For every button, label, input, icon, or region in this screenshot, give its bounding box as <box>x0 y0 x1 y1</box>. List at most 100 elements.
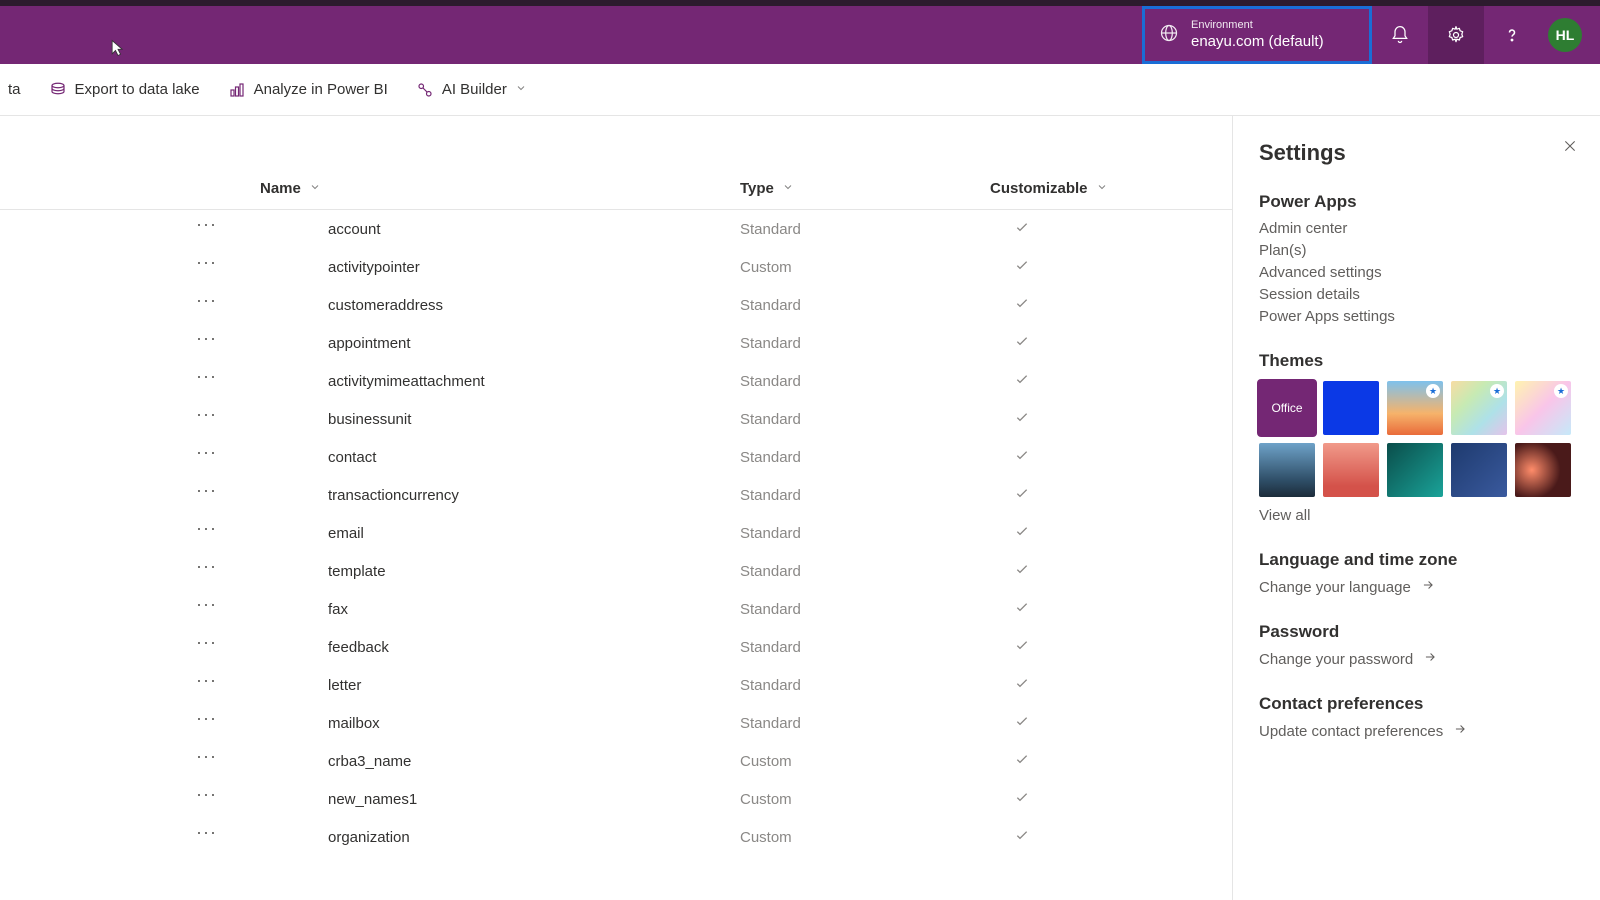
cell-name[interactable]: crba3_name <box>260 753 740 770</box>
change-password-link[interactable]: Change your password <box>1259 650 1574 668</box>
row-more-button[interactable]: ··· <box>180 713 240 723</box>
cell-name[interactable]: new_names1 <box>260 791 740 808</box>
theme-sunset[interactable]: ★ <box>1387 381 1443 435</box>
help-button[interactable] <box>1484 6 1540 64</box>
avatar[interactable]: HL <box>1548 18 1582 52</box>
cell-name[interactable]: fax <box>260 601 740 618</box>
cell-name[interactable]: customeraddress <box>260 297 740 314</box>
table-row[interactable]: ···organizationCustom <box>0 818 1232 856</box>
analyze-in-power-bi[interactable]: Analyze in Power BI <box>228 81 388 99</box>
cell-type: Standard <box>740 677 990 694</box>
row-more-button[interactable]: ··· <box>180 295 240 305</box>
close-button[interactable] <box>1562 138 1578 159</box>
table-row[interactable]: ··· businessunitStandard <box>0 400 1232 438</box>
change-language-link[interactable]: Change your language <box>1259 578 1574 596</box>
table-row[interactable]: ··· customeraddressStandard <box>0 286 1232 324</box>
cell-type: Standard <box>740 449 990 466</box>
column-header-name[interactable]: Name <box>260 180 740 197</box>
export-to-data-lake[interactable]: Export to data lake <box>49 81 200 99</box>
check-icon <box>990 713 1030 733</box>
link-admin-center[interactable]: Admin center <box>1259 220 1574 237</box>
table-row[interactable]: ··· faxStandard <box>0 590 1232 628</box>
row-more-button[interactable]: ··· <box>180 333 240 343</box>
link-session-details[interactable]: Session details <box>1259 286 1574 303</box>
column-header-type[interactable]: Type <box>740 180 990 197</box>
row-more-button[interactable]: ··· <box>180 257 240 267</box>
table-row[interactable]: ···activitymimeattachmentStandard <box>0 362 1232 400</box>
row-more-button[interactable]: ··· <box>180 523 240 533</box>
theme-denim[interactable] <box>1451 443 1507 497</box>
check-icon <box>990 409 1030 429</box>
theme-mountain[interactable] <box>1259 443 1315 497</box>
row-more-button[interactable]: ··· <box>180 827 240 837</box>
row-more-button[interactable]: ··· <box>180 561 240 571</box>
cell-type: Standard <box>740 601 990 618</box>
row-more-button[interactable]: ··· <box>180 371 240 381</box>
cell-name[interactable]: businessunit <box>260 411 740 428</box>
table-row[interactable]: ··· contactStandard <box>0 438 1232 476</box>
cell-name[interactable]: template <box>260 563 740 580</box>
link-powerapps-settings[interactable]: Power Apps settings <box>1259 308 1574 325</box>
row-more-button[interactable]: ··· <box>180 485 240 495</box>
cell-name[interactable]: email <box>260 525 740 542</box>
table-row[interactable]: ···templateStandard <box>0 552 1232 590</box>
cell-name[interactable]: feedback <box>260 639 740 656</box>
table-row[interactable]: ···transactioncurrencyStandard <box>0 476 1232 514</box>
table-row[interactable]: ···crba3_nameCustom <box>0 742 1232 780</box>
cell-name[interactable]: appointment <box>260 335 740 352</box>
cell-name[interactable]: letter <box>260 677 740 694</box>
theme-unicorn[interactable]: ★ <box>1515 381 1571 435</box>
arrow-right-icon <box>1453 722 1467 740</box>
toolbar-data-tail[interactable]: ta <box>8 81 21 98</box>
notifications-button[interactable] <box>1372 6 1428 64</box>
themes-heading: Themes <box>1259 351 1574 371</box>
table-row[interactable]: ··· letterStandard <box>0 666 1232 704</box>
theme-blue[interactable] <box>1323 381 1379 435</box>
table-row[interactable]: ···new_names1Custom <box>0 780 1232 818</box>
cell-name[interactable]: activitypointer <box>260 259 740 276</box>
ai-builder[interactable]: AI Builder <box>416 81 527 99</box>
theme-glow[interactable] <box>1515 443 1571 497</box>
table-row[interactable]: ···feedbackStandard <box>0 628 1232 666</box>
theme-circuit[interactable] <box>1387 443 1443 497</box>
cell-name[interactable]: mailbox <box>260 715 740 732</box>
view-all-themes[interactable]: View all <box>1259 507 1574 524</box>
table-row[interactable]: ···appointmentStandard <box>0 324 1232 362</box>
link-advanced-settings[interactable]: Advanced settings <box>1259 264 1574 281</box>
table-row[interactable]: ···emailStandard <box>0 514 1232 552</box>
row-more-button[interactable]: ··· <box>180 599 240 609</box>
cell-type: Standard <box>740 411 990 428</box>
row-more-button[interactable]: ··· <box>180 447 240 457</box>
cell-name[interactable]: contact <box>260 449 740 466</box>
environment-selector[interactable]: Environment enayu.com (default) <box>1142 6 1372 64</box>
check-icon <box>990 751 1030 771</box>
row-more-button[interactable]: ··· <box>180 219 240 229</box>
row-more-button[interactable]: ··· <box>180 789 240 799</box>
chevron-down-icon <box>309 180 321 197</box>
cell-type: Standard <box>740 297 990 314</box>
cell-name[interactable]: transactioncurrency <box>260 487 740 504</box>
column-header-customizable[interactable]: Customizable <box>990 180 1108 197</box>
ai-builder-icon <box>416 81 434 99</box>
theme-office[interactable]: Office <box>1259 381 1315 435</box>
row-more-button[interactable]: ··· <box>180 409 240 419</box>
row-more-button[interactable]: ··· <box>180 751 240 761</box>
star-icon: ★ <box>1490 384 1504 398</box>
settings-button[interactable] <box>1428 6 1484 64</box>
row-more-button[interactable]: ··· <box>180 637 240 647</box>
cell-name[interactable]: organization <box>260 829 740 846</box>
table-row[interactable]: ···accountStandard <box>0 210 1232 248</box>
theme-rainbow[interactable]: ★ <box>1451 381 1507 435</box>
theme-palm[interactable] <box>1323 443 1379 497</box>
cell-name[interactable]: activitymimeattachment <box>260 373 740 390</box>
cell-name[interactable]: account <box>260 221 740 238</box>
row-more-button[interactable]: ··· <box>180 675 240 685</box>
table-row[interactable]: ···activitypointerCustom <box>0 248 1232 286</box>
chevron-down-icon <box>1096 180 1108 197</box>
link-plans[interactable]: Plan(s) <box>1259 242 1574 259</box>
check-icon <box>990 333 1030 353</box>
update-contact-link[interactable]: Update contact preferences <box>1259 722 1574 740</box>
password-heading: Password <box>1259 622 1574 642</box>
check-icon <box>990 789 1030 809</box>
table-row[interactable]: ···mailboxStandard <box>0 704 1232 742</box>
